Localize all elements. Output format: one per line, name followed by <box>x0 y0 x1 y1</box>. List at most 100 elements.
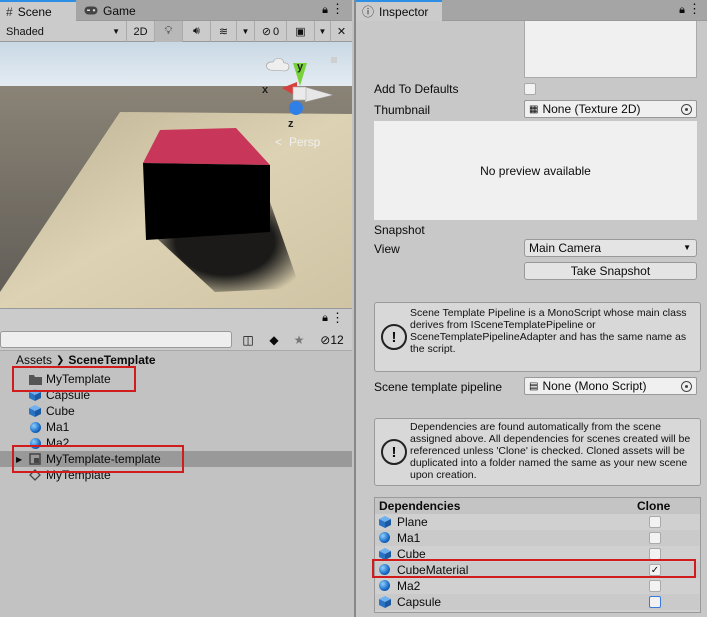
dependency-row-cubematerial[interactable]: CubeMaterial ✓ <box>375 562 700 578</box>
material-icon <box>379 564 390 575</box>
scene-tab-bar: # Scene Game 🔒︎ ⋮ <box>0 0 352 21</box>
camera-toggle[interactable]: ▣ <box>286 21 314 42</box>
clone-checkbox[interactable] <box>649 516 661 528</box>
hidden-packages-toggle[interactable]: ⊘ 12 <box>312 331 352 348</box>
menu-icon[interactable]: ⋮ <box>331 310 344 326</box>
project-toolbar: ◫ ◆ ★ ⊘ 12 <box>0 329 352 351</box>
material-icon <box>28 436 42 450</box>
tab-inspector[interactable]: ⓘ Inspector <box>356 0 442 21</box>
asset-label: Cube <box>46 404 75 418</box>
hidden-count: 0 <box>273 25 280 38</box>
pipeline-help-box: ! Scene Template Pipeline is a MonoScrip… <box>374 302 701 372</box>
breadcrumb-current[interactable]: SceneTemplate <box>68 353 155 367</box>
lock-icon[interactable]: 🔒︎ <box>322 312 328 325</box>
dependency-row-ma2[interactable]: Ma2 <box>375 578 700 594</box>
material-icon <box>379 580 390 591</box>
search-by-label-button[interactable]: ◆ <box>262 331 286 348</box>
pipeline-help-text: Scene Template Pipeline is a MonoScript … <box>410 307 687 355</box>
asset-label: Ma2 <box>46 436 70 450</box>
material-icon <box>28 420 42 434</box>
audio-toggle[interactable]: 🔊︎ <box>182 21 210 42</box>
script-icon: ▤ <box>529 380 539 392</box>
grid-icon: # <box>6 4 13 19</box>
shading-mode-dropdown[interactable]: Shaded ▼ <box>0 21 126 42</box>
lighting-toggle[interactable]: 💡︎ <box>154 21 182 42</box>
dependency-row-cube[interactable]: Cube <box>375 546 700 562</box>
view-dropdown[interactable]: Main Camera ▼ <box>524 239 697 257</box>
cube-icon <box>379 596 391 611</box>
lock-icon[interactable]: 🔒︎ <box>679 4 685 17</box>
dependencies-header: Dependencies Clone <box>375 498 700 514</box>
asset-row-cube[interactable]: Cube <box>0 403 352 419</box>
favorites-button[interactable]: ★ <box>288 331 310 348</box>
asset-row-scene[interactable]: MyTemplate <box>0 467 352 483</box>
asset-row-folder[interactable]: MyTemplate <box>0 371 352 387</box>
project-search-input[interactable] <box>0 331 232 348</box>
dependency-name: Cube <box>397 547 426 561</box>
asset-label: MyTemplate <box>46 468 111 482</box>
menu-icon[interactable]: ⋮ <box>688 1 701 17</box>
tab-game-label: Game <box>103 3 136 18</box>
asset-label: Capsule <box>46 388 91 402</box>
layers-icon: ≋ <box>218 26 229 38</box>
add-to-defaults-checkbox[interactable] <box>524 83 536 95</box>
asset-row-ma1[interactable]: Ma1 <box>0 419 352 435</box>
description-textarea[interactable] <box>524 21 697 78</box>
object-picker-icon[interactable] <box>681 381 692 392</box>
gamepad-icon <box>84 4 98 18</box>
filter-icon: ◫ <box>242 332 254 347</box>
scene-icon <box>28 468 42 482</box>
menu-icon[interactable]: ⋮ <box>331 1 344 17</box>
material-icon <box>379 532 390 543</box>
pipeline-field[interactable]: ▤ None (Mono Script) <box>524 377 697 395</box>
clone-checkbox[interactable] <box>649 580 661 592</box>
breadcrumb-root[interactable]: Assets <box>16 353 52 367</box>
add-to-defaults-label: Add To Defaults <box>374 82 459 96</box>
asset-row-ma2[interactable]: Ma2 <box>0 435 352 451</box>
dependency-row-ma1[interactable]: Ma1 <box>375 530 700 546</box>
clone-checkbox[interactable] <box>649 548 661 560</box>
tools-button[interactable]: ✕ <box>330 21 352 42</box>
object-picker-icon[interactable] <box>681 104 692 115</box>
scene-toolbar: Shaded ▼ 2D 💡︎ 🔊︎ ≋ ▼ ⊘ 0 ▣ ▼ ✕ <box>0 21 352 42</box>
camera-dropdown[interactable]: ▼ <box>314 21 330 42</box>
inspector-tab-bar: ⓘ Inspector 🔒︎ ⋮ <box>356 0 707 21</box>
dependency-row-plane[interactable]: Plane <box>375 514 700 530</box>
tab-game[interactable]: Game <box>78 0 148 21</box>
clone-checkbox[interactable] <box>649 532 661 544</box>
thumbnail-field[interactable]: ▦ None (Texture 2D) <box>524 100 697 118</box>
breadcrumb: Assets ❯ SceneTemplate <box>16 351 156 369</box>
dependencies-header-label: Dependencies <box>379 499 461 513</box>
info-icon: ⓘ <box>362 5 375 19</box>
dependency-name: CubeMaterial <box>397 563 469 577</box>
dependency-row-capsule[interactable]: Capsule <box>375 594 700 610</box>
asset-row-capsule[interactable]: Capsule <box>0 387 352 403</box>
search-by-type-button[interactable]: ◫ <box>236 331 260 348</box>
dependency-name: Capsule <box>397 595 442 609</box>
persp-label[interactable]: Persp <box>289 135 321 149</box>
asset-row-scene-template[interactable]: ▶ MyTemplate-template <box>0 451 352 467</box>
snapshot-label: Snapshot <box>374 223 425 237</box>
star-icon: ★ <box>293 332 305 347</box>
dependency-name: Plane <box>397 515 428 529</box>
take-snapshot-button[interactable]: Take Snapshot <box>524 262 697 280</box>
expand-arrow-icon[interactable]: ▶ <box>16 455 22 464</box>
hidden-objects-toggle[interactable]: ⊘ 0 <box>254 21 286 42</box>
project-asset-list: Assets ❯ SceneTemplate MyTemplate Capsul… <box>0 351 352 617</box>
effects-toggle[interactable]: ≋ <box>210 21 236 42</box>
tab-scene[interactable]: # Scene <box>0 0 76 21</box>
clone-checkbox-checked[interactable]: ✓ <box>649 564 661 576</box>
2d-toggle[interactable]: 2D <box>126 21 154 42</box>
clone-checkbox-focused[interactable] <box>649 596 661 608</box>
cube-icon <box>379 516 391 531</box>
scene-view[interactable]: y x z < Persp <box>0 42 352 308</box>
lock-icon[interactable]: 🔒︎ <box>322 4 328 17</box>
tab-scene-label: Scene <box>17 4 52 19</box>
persp-label-icon[interactable]: < <box>275 135 282 149</box>
pipeline-value: None (Mono Script) <box>542 379 647 393</box>
shading-mode-value: Shaded <box>6 25 44 38</box>
dependencies-table: Dependencies Clone Plane Ma1 Cube CubeMa… <box>374 497 701 613</box>
cube-side <box>143 163 270 240</box>
effects-dropdown[interactable]: ▼ <box>236 21 254 42</box>
texture-icon: ▦ <box>529 103 539 115</box>
